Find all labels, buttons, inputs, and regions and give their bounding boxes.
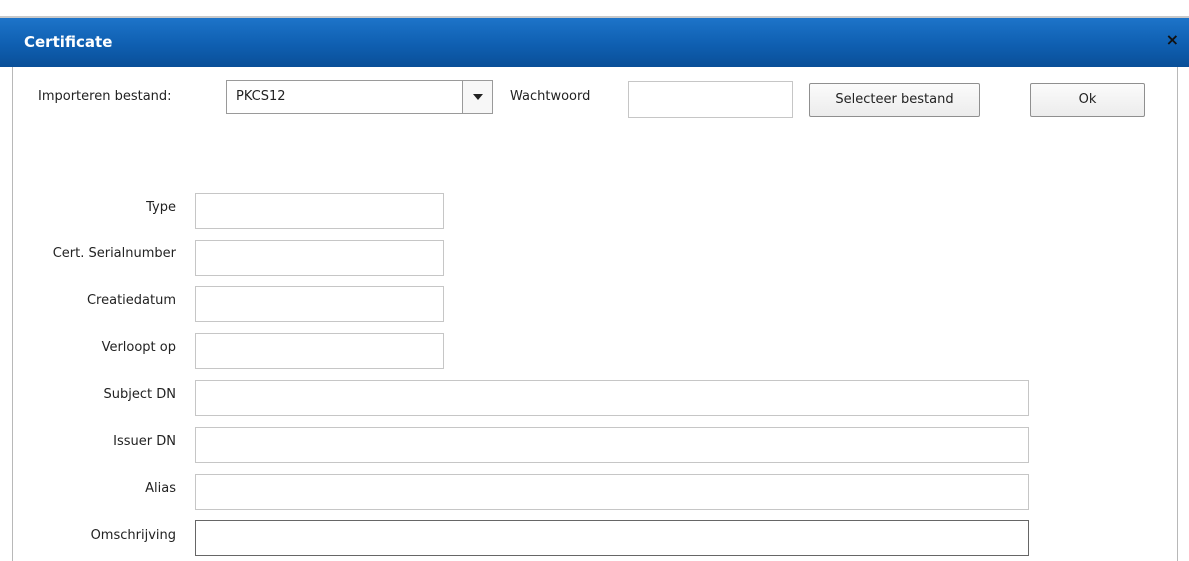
field-label-serialnumber: Cert. Serialnumber <box>52 246 176 261</box>
field-label-verloopt-op: Verloopt op <box>101 340 176 355</box>
alias-field[interactable] <box>195 474 1029 510</box>
type-field[interactable] <box>195 193 444 229</box>
field-label-alias: Alias <box>145 481 176 496</box>
ok-button[interactable]: Ok <box>1030 83 1145 117</box>
field-label-subject-dn: Subject DN <box>103 387 176 402</box>
subject-dn-field[interactable] <box>195 380 1029 416</box>
password-label: Wachtwoord <box>510 89 591 104</box>
dialog-title: Certificate <box>24 33 113 51</box>
select-file-button[interactable]: Selecteer bestand <box>809 83 980 117</box>
issuer-dn-field[interactable] <box>195 427 1029 463</box>
field-label-issuer-dn: Issuer DN <box>113 434 176 449</box>
dialog-title-bar: Certificate × <box>0 18 1189 67</box>
chevron-down-icon <box>473 94 483 100</box>
top-strip <box>0 0 1189 18</box>
verloopt-op-field[interactable] <box>195 333 444 369</box>
creatiedatum-field[interactable] <box>195 286 444 322</box>
field-label-type: Type <box>146 200 176 215</box>
password-input[interactable] <box>628 81 793 118</box>
omschrijving-field[interactable] <box>195 520 1029 556</box>
field-label-omschrijving: Omschrijving <box>90 528 176 543</box>
close-icon[interactable]: × <box>1166 30 1179 49</box>
import-type-select[interactable]: PKCS12 <box>226 80 493 114</box>
import-file-label: Importeren bestand: <box>38 89 172 104</box>
dropdown-button[interactable] <box>462 81 492 113</box>
import-type-value: PKCS12 <box>236 89 286 104</box>
serialnumber-field[interactable] <box>195 240 444 276</box>
field-label-creatiedatum: Creatiedatum <box>86 293 176 308</box>
